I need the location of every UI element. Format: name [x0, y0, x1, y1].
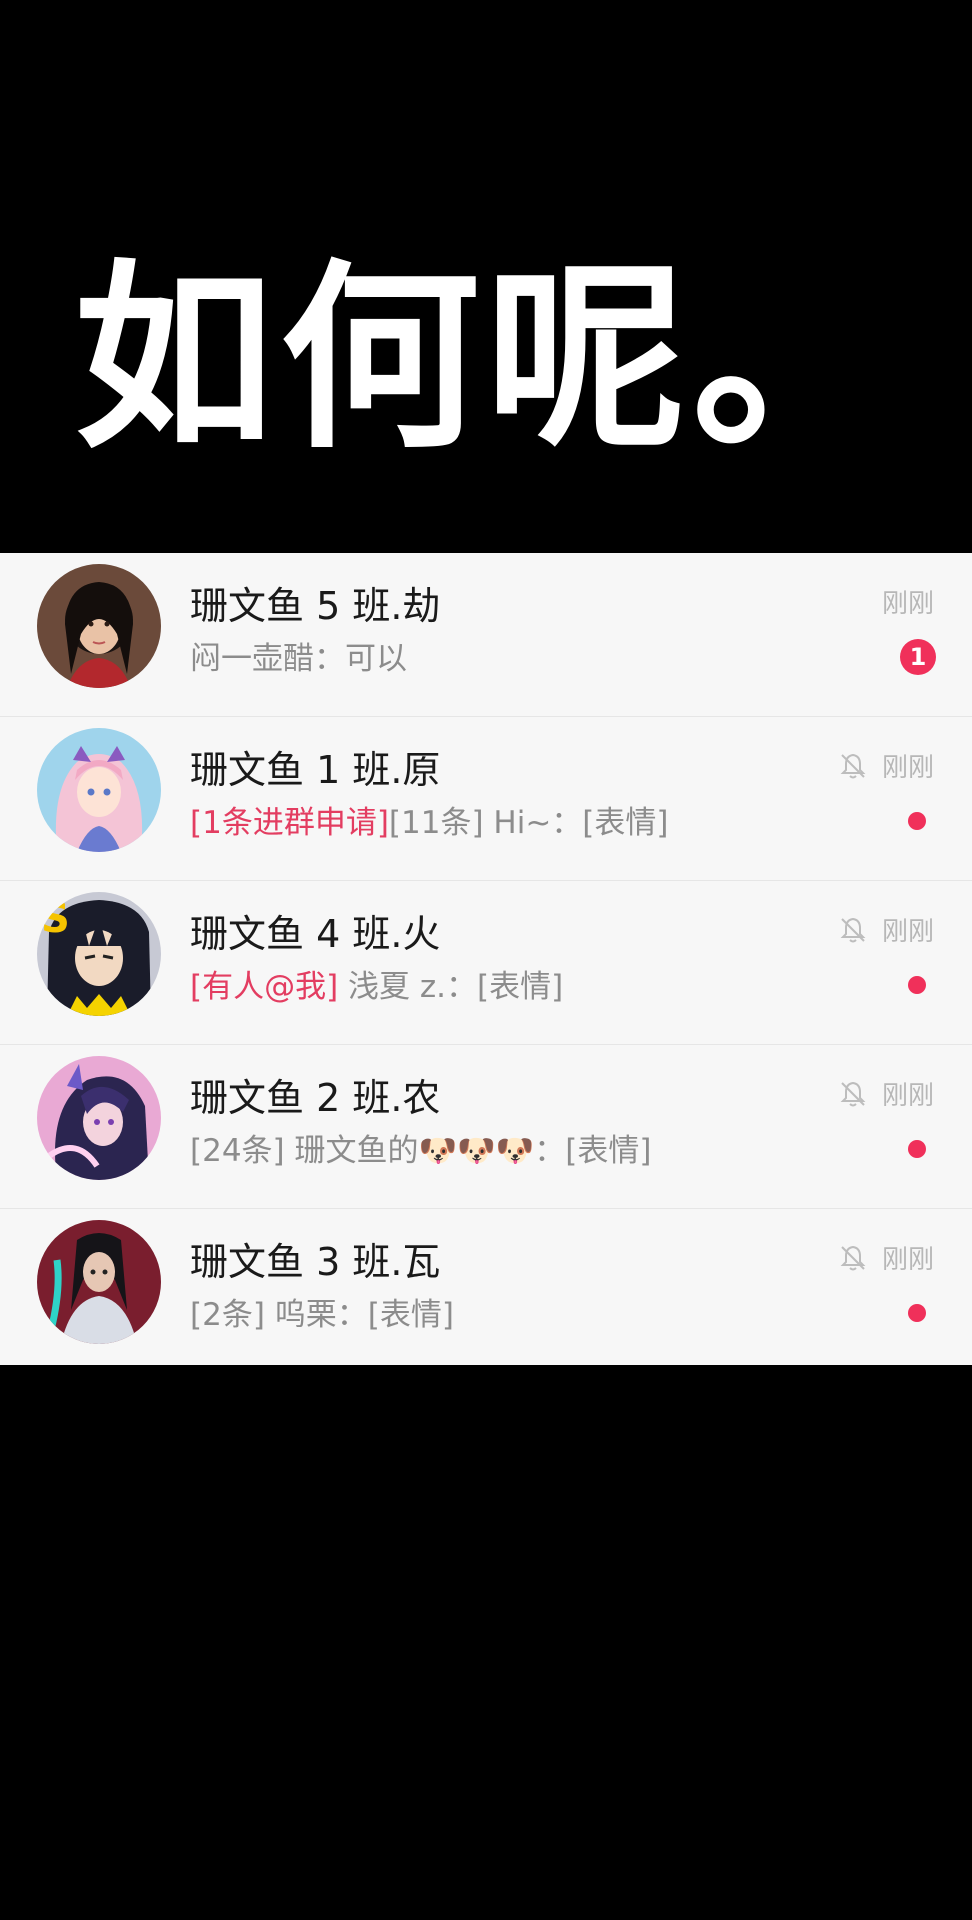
time-label: 刚刚 [881, 917, 934, 947]
unread-dot [908, 976, 926, 994]
svg-text:S: S [41, 896, 70, 942]
chat-row-class-5[interactable]: 珊文鱼 5 班.劫 闷一壶醋：可以 刚刚 1 [0, 553, 972, 716]
preview-text: [24条] 珊文鱼的🐶🐶🐶：[表情] [190, 1133, 652, 1169]
muted-bell-icon [840, 1245, 866, 1270]
chat-row-class-1[interactable]: 珊文鱼 1 班.原 [1条进群申请][11条] Hi~：[表情] 刚刚 [0, 716, 972, 880]
preview-text: 浅夏 z.：[表情] [338, 969, 564, 1005]
chat-list: 珊文鱼 5 班.劫 闷一壶醋：可以 刚刚 1 珊文鱼 1 班.原 [1条进群申请… [0, 553, 972, 1365]
muted-bell-icon [840, 917, 866, 942]
chat-time: 刚刚 [882, 583, 934, 620]
time-label: 刚刚 [881, 753, 934, 783]
time-label: 刚刚 [881, 1245, 934, 1275]
chat-preview: [24条] 珊文鱼的🐶🐶🐶：[表情] [190, 1125, 651, 1170]
time-label: 刚刚 [881, 589, 934, 619]
preview-tag: [1条进群申请] [190, 805, 389, 841]
chat-row-class-3[interactable]: 珊文鱼 3 班.瓦 [2条] 呜栗：[表情] 刚刚 [0, 1208, 972, 1372]
chat-preview: [1条进群申请][11条] Hi~：[表情] [190, 797, 669, 842]
unread-count-badge: 1 [900, 639, 936, 675]
preview-tag: [有人@我] [190, 969, 339, 1005]
chat-title: 珊文鱼 2 班.农 [190, 1076, 441, 1120]
unread-dot [908, 1304, 926, 1322]
chat-title: 珊文鱼 1 班.原 [190, 748, 441, 792]
time-label: 刚刚 [881, 1081, 934, 1111]
preview-text: 闷一壶醋：可以 [190, 641, 407, 677]
chat-title: 珊文鱼 5 班.劫 [190, 584, 441, 628]
chat-time: 刚刚 [838, 1239, 934, 1276]
chat-time: 刚刚 [838, 911, 934, 948]
preview-text: [2条] 呜栗：[表情] [190, 1297, 454, 1333]
headline-caption: 如何呢。 [73, 243, 898, 476]
chat-time: 刚刚 [838, 747, 934, 784]
chat-preview: 闷一壶醋：可以 [190, 633, 407, 678]
avatar-purple-fantasy-girl[interactable] [37, 1056, 161, 1180]
chat-time: 刚刚 [838, 1075, 934, 1112]
chat-row-class-2[interactable]: 珊文鱼 2 班.农 [24条] 珊文鱼的🐶🐶🐶：[表情] 刚刚 [0, 1044, 972, 1208]
chat-preview: [2条] 呜栗：[表情] [190, 1289, 454, 1334]
preview-text: [11条] Hi~：[表情] [388, 805, 669, 841]
unread-dot [908, 812, 926, 830]
muted-bell-icon [840, 753, 866, 778]
muted-bell-icon [840, 1081, 866, 1106]
avatar-ninja-boy[interactable]: S [37, 892, 161, 1016]
avatar-dark-hair-woman[interactable] [37, 564, 161, 688]
avatar-agent-woman[interactable] [37, 1220, 161, 1344]
avatar-pink-hair-girl[interactable] [37, 728, 161, 852]
chat-title: 珊文鱼 3 班.瓦 [190, 1240, 441, 1284]
chat-title: 珊文鱼 4 班.火 [190, 912, 441, 956]
chat-row-class-4[interactable]: S 珊文鱼 4 班.火 [有人@我] 浅夏 z.：[表情] 刚刚 [0, 880, 972, 1044]
chat-preview: [有人@我] 浅夏 z.：[表情] [190, 961, 563, 1006]
unread-dot [908, 1140, 926, 1158]
